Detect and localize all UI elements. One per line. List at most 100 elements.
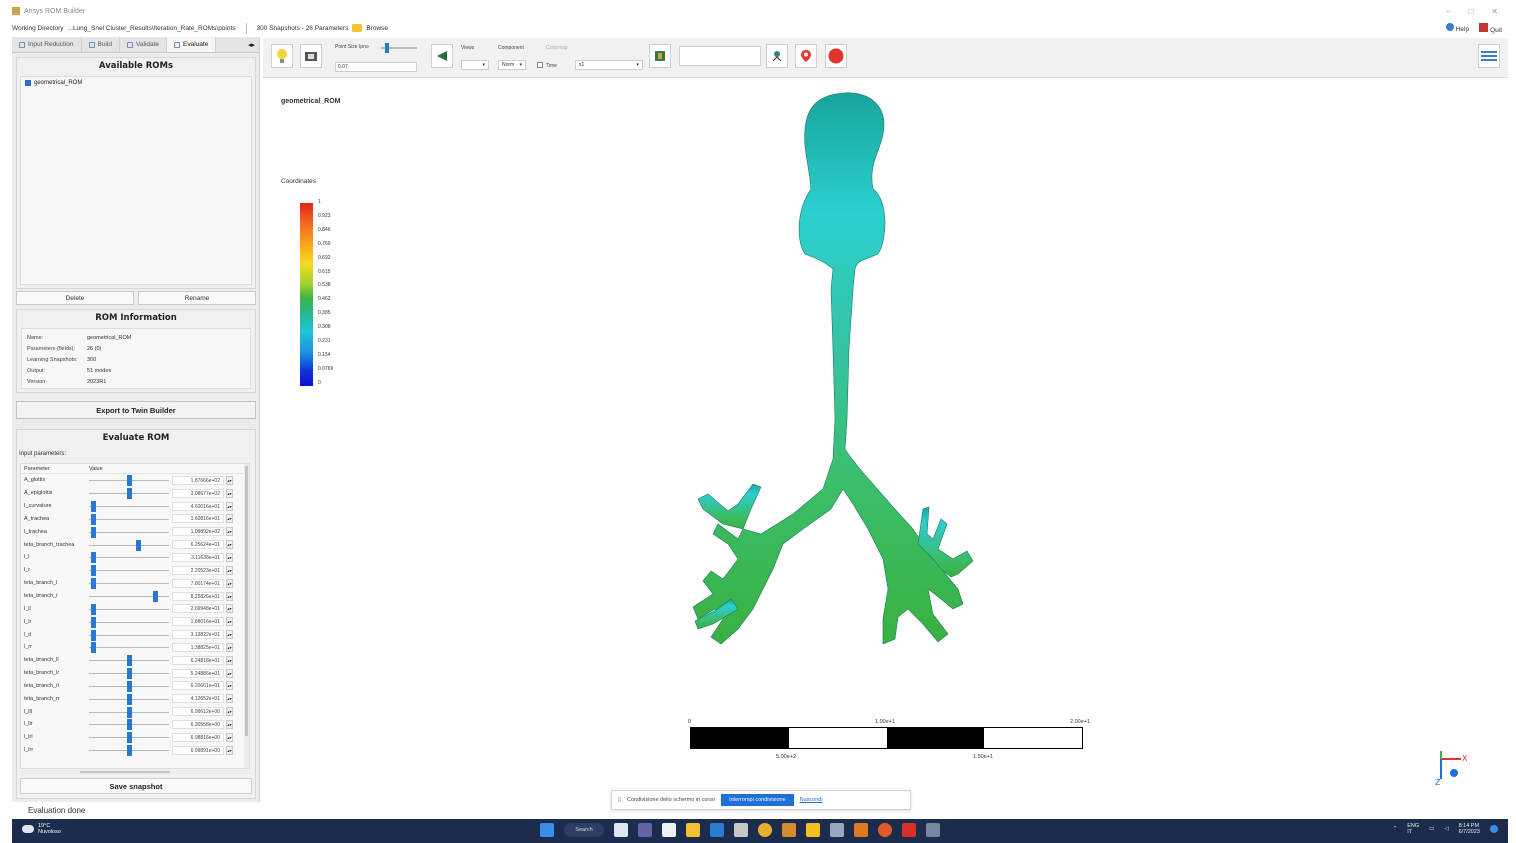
- spinner-icon[interactable]: ▴▾: [226, 655, 233, 665]
- location-button[interactable]: [795, 44, 817, 68]
- slider-thumb[interactable]: [126, 693, 132, 705]
- slider-thumb[interactable]: [91, 616, 97, 628]
- spinner-icon[interactable]: ▴▾: [226, 719, 233, 729]
- app-icon[interactable]: [878, 823, 892, 837]
- vertical-scrollbar[interactable]: [244, 464, 249, 768]
- spinner-icon[interactable]: ▴▾: [226, 527, 233, 537]
- parameter-slider[interactable]: [89, 745, 169, 757]
- app-icon[interactable]: [830, 823, 844, 837]
- parameter-value-input[interactable]: 6.25624e+01: [172, 540, 224, 550]
- parameter-value-input[interactable]: 6.24818e+01: [172, 655, 224, 665]
- parameter-value-input[interactable]: 4.60016e+01: [172, 501, 224, 511]
- tab-build[interactable]: Build: [82, 37, 121, 52]
- parameter-value-input[interactable]: 2.69948e+01: [172, 604, 224, 614]
- spinner-icon[interactable]: ▴▾: [226, 681, 233, 691]
- chrome-icon[interactable]: [758, 823, 772, 837]
- tab-input-reduction[interactable]: Input Reduction: [12, 37, 82, 52]
- minimize-button[interactable]: –: [1446, 7, 1450, 16]
- parameter-slider[interactable]: [89, 719, 169, 731]
- parameter-slider[interactable]: [89, 552, 169, 564]
- tab-validate[interactable]: Validate: [120, 37, 168, 52]
- parameter-slider[interactable]: [89, 539, 169, 551]
- parameter-value-input[interactable]: 6.99612e+00: [172, 707, 224, 717]
- app-icon[interactable]: [782, 823, 796, 837]
- parameter-slider[interactable]: [89, 655, 169, 667]
- parameter-slider[interactable]: [89, 565, 169, 577]
- save-snapshot-button[interactable]: Save snapshot: [20, 778, 252, 794]
- slider-thumb[interactable]: [91, 629, 97, 641]
- parameter-value-input[interactable]: 6.30558e+00: [172, 719, 224, 729]
- spinner-icon[interactable]: ▴▾: [226, 630, 233, 640]
- parameter-slider[interactable]: [89, 668, 169, 680]
- parameter-value-input[interactable]: 1.87666e+02: [172, 475, 224, 485]
- stop-button[interactable]: [825, 44, 847, 68]
- spinner-icon[interactable]: ▴▾: [226, 707, 233, 717]
- slider-thumb[interactable]: [91, 603, 97, 615]
- parameter-value-input[interactable]: 1.88016e+01: [172, 617, 224, 627]
- slider-thumb[interactable]: [126, 488, 132, 500]
- teams-icon[interactable]: [638, 823, 652, 837]
- parameter-value-input[interactable]: 2.08677e+02: [172, 488, 224, 498]
- slider-thumb[interactable]: [126, 668, 132, 680]
- widgets-icon[interactable]: [662, 823, 676, 837]
- stop-sharing-button[interactable]: Interrompi condivisione: [721, 794, 794, 806]
- parameter-slider[interactable]: [89, 616, 169, 628]
- browse-button[interactable]: Browse: [366, 25, 388, 32]
- slider-thumb[interactable]: [91, 501, 97, 513]
- parameter-slider[interactable]: [89, 642, 169, 654]
- spinner-icon[interactable]: ▴▾: [226, 501, 233, 511]
- parameter-slider[interactable]: [89, 526, 169, 538]
- parameter-slider[interactable]: [89, 732, 169, 744]
- slider-thumb[interactable]: [126, 655, 132, 667]
- camera-reset-button[interactable]: [431, 44, 453, 68]
- parameter-slider[interactable]: [89, 706, 169, 718]
- spinner-icon[interactable]: ▴▾: [226, 617, 233, 627]
- horizontal-scrollbar[interactable]: [20, 770, 250, 774]
- lightbulb-button[interactable]: [271, 44, 293, 68]
- maximize-button[interactable]: □: [1468, 7, 1473, 16]
- slider-thumb[interactable]: [152, 591, 158, 603]
- spinner-icon[interactable]: ▴▾: [226, 514, 233, 524]
- parameter-slider[interactable]: [89, 693, 169, 705]
- settings-app-icon[interactable]: [734, 823, 748, 837]
- point-size-input[interactable]: 0.07: [335, 62, 417, 72]
- parameter-slider[interactable]: [89, 603, 169, 615]
- spinner-icon[interactable]: ▴▾: [226, 668, 233, 678]
- volume-icon[interactable]: ◁: [1444, 826, 1448, 832]
- start-icon[interactable]: [540, 823, 554, 837]
- app-icon[interactable]: [926, 823, 940, 837]
- parameter-value-input[interactable]: 2.20523e+01: [172, 565, 224, 575]
- slider-thumb[interactable]: [91, 513, 97, 525]
- quit-button[interactable]: Quit: [1479, 22, 1502, 34]
- settings-button[interactable]: [1478, 44, 1500, 68]
- parameter-value-input[interactable]: 7.00174e+01: [172, 578, 224, 588]
- parameter-value-input[interactable]: 6.98816e+00: [172, 732, 224, 742]
- search-field[interactable]: [679, 46, 761, 66]
- slider-thumb[interactable]: [126, 745, 132, 757]
- parameter-value-input[interactable]: 3.11638e+01: [172, 552, 224, 562]
- parameter-value-input[interactable]: 1.60816e+01: [172, 514, 224, 524]
- slider-thumb[interactable]: [126, 732, 132, 744]
- spinner-icon[interactable]: ▴▾: [226, 552, 233, 562]
- figure-button[interactable]: [649, 44, 671, 68]
- task-view-icon[interactable]: [614, 823, 628, 837]
- rename-button[interactable]: Rename: [138, 291, 256, 305]
- spinner-icon[interactable]: ▴▾: [226, 565, 233, 575]
- mail-icon[interactable]: [710, 823, 724, 837]
- probe-button[interactable]: [766, 44, 788, 68]
- slider-thumb[interactable]: [126, 719, 132, 731]
- slider-thumb[interactable]: [126, 680, 132, 692]
- slider-thumb[interactable]: [91, 526, 97, 538]
- parameter-value-input[interactable]: 8.25826e+01: [172, 591, 224, 601]
- screenshot-button[interactable]: [300, 44, 322, 68]
- language-indicator[interactable]: ENG IT: [1407, 823, 1419, 835]
- spinner-icon[interactable]: ▴▾: [226, 578, 233, 588]
- time-checkbox[interactable]: [537, 62, 543, 68]
- parameter-value-input[interactable]: 4.12652e+01: [172, 694, 224, 704]
- parameter-slider[interactable]: [89, 578, 169, 590]
- pdf-reader-icon[interactable]: [902, 823, 916, 837]
- slider-thumb[interactable]: [135, 539, 141, 551]
- point-size-slider[interactable]: [381, 43, 417, 53]
- parameter-slider[interactable]: [89, 629, 169, 641]
- chevron-up-icon[interactable]: ⌃: [1393, 826, 1398, 832]
